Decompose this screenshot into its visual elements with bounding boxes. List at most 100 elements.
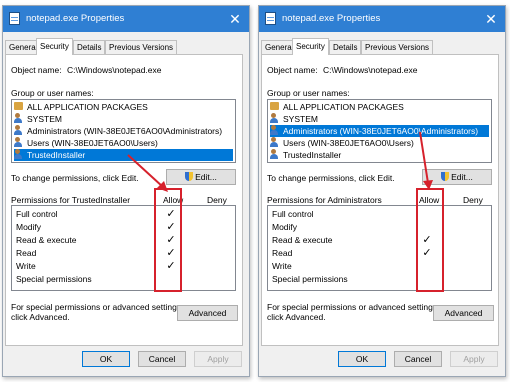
- apply-button[interactable]: Apply: [194, 351, 242, 367]
- special-note-line-2: click Advanced.: [267, 312, 326, 322]
- security-panel: Object name: C:\Windows\notepad.exe Grou…: [261, 54, 499, 346]
- list-item[interactable]: ALL APPLICATION PACKAGES: [270, 101, 408, 113]
- allow-column-header: Allow: [163, 195, 184, 205]
- user-name: Users (WIN-38E0JET6AO0\Users): [27, 138, 158, 148]
- tab-previous-versions[interactable]: Previous Versions: [105, 40, 178, 55]
- permission-name: Full control: [16, 209, 58, 219]
- user-name: TrustedInstaller: [27, 150, 86, 160]
- permission-name: Full control: [272, 209, 314, 219]
- group-user-list[interactable]: ALL APPLICATION PACKAGES SYSTEM Administ…: [11, 99, 236, 163]
- permission-name: Special permissions: [272, 274, 348, 284]
- allow-check-icon: ✓: [166, 247, 176, 259]
- user-group-icon: [14, 125, 25, 135]
- tab-bar: General Security Details Previous Versio…: [259, 38, 505, 55]
- edit-button[interactable]: Edit...: [422, 169, 492, 185]
- list-item[interactable]: ALL APPLICATION PACKAGES: [14, 101, 152, 113]
- deny-column-header: Deny: [463, 195, 483, 205]
- close-button[interactable]: ✕: [225, 9, 245, 29]
- list-item[interactable]: Users (WIN-38E0JET6AO0\Users): [270, 137, 418, 149]
- user-group-icon: [14, 137, 25, 147]
- special-note-line-2: click Advanced.: [11, 312, 70, 322]
- advanced-button[interactable]: Advanced: [433, 305, 494, 321]
- allow-check-icon: ✓: [166, 260, 176, 272]
- advanced-button[interactable]: Advanced: [177, 305, 238, 321]
- object-name-label: Object name:: [267, 65, 318, 75]
- deny-column-header: Deny: [207, 195, 227, 205]
- tab-details[interactable]: Details: [329, 40, 362, 55]
- apply-button[interactable]: Apply: [450, 351, 498, 367]
- properties-dialog-right: notepad.exe Properties ✕ General Securit…: [258, 5, 506, 377]
- permission-name: Read & execute: [16, 235, 77, 245]
- user-name: ALL APPLICATION PACKAGES: [27, 102, 148, 112]
- permission-name: Read: [272, 248, 293, 258]
- list-item[interactable]: SYSTEM: [14, 113, 66, 125]
- dialog-title: notepad.exe Properties: [26, 13, 125, 24]
- security-panel: Object name: C:\Windows\notepad.exe Grou…: [5, 54, 243, 346]
- group-names-label: Group or user names:: [11, 88, 94, 98]
- special-note-line-1: For special permissions or advanced sett…: [11, 302, 184, 312]
- permission-name: Special permissions: [16, 274, 92, 284]
- user-group-icon: [270, 113, 281, 123]
- permission-name: Read: [16, 248, 37, 258]
- allow-check-icon: ✓: [166, 208, 176, 220]
- edit-label: Edit...: [195, 172, 217, 182]
- permissions-list: Full control Modify Read & execute ✓ Rea…: [267, 205, 492, 291]
- tab-bar: General Security Details Previous Versio…: [3, 38, 249, 55]
- special-permissions-note: For special permissions or advanced sett…: [267, 302, 439, 322]
- user-name: Administrators (WIN-38E0JET6AO0\Administ…: [27, 126, 223, 136]
- user-name: SYSTEM: [283, 114, 318, 124]
- allow-check-icon: ✓: [166, 234, 176, 246]
- notepad-icon: [9, 12, 20, 25]
- group-user-list[interactable]: ALL APPLICATION PACKAGES SYSTEM Administ…: [267, 99, 492, 163]
- permissions-for-label: Permissions for Administrators: [267, 195, 382, 205]
- properties-dialog-left: notepad.exe Properties ✕ General Securit…: [2, 5, 250, 377]
- allow-column-header: Allow: [419, 195, 440, 205]
- permission-name: Write: [16, 261, 36, 271]
- ok-button[interactable]: OK: [338, 351, 386, 367]
- user-group-icon: [270, 125, 281, 135]
- user-group-icon: [270, 137, 281, 147]
- change-permissions-label: To change permissions, click Edit.: [11, 173, 139, 183]
- allow-check-icon: ✓: [422, 234, 432, 246]
- cancel-button[interactable]: Cancel: [138, 351, 186, 367]
- object-name-label: Object name:: [11, 65, 62, 75]
- user-name: ALL APPLICATION PACKAGES: [283, 102, 404, 112]
- permission-name: Write: [272, 261, 292, 271]
- dialog-title: notepad.exe Properties: [282, 13, 381, 24]
- change-permissions-label: To change permissions, click Edit.: [267, 173, 395, 183]
- permission-name: Read & execute: [272, 235, 333, 245]
- ok-button[interactable]: OK: [82, 351, 130, 367]
- special-note-line-1: For special permissions or advanced sett…: [267, 302, 440, 312]
- list-item-selected[interactable]: Administrators (WIN-38E0JET6AO0\Administ…: [270, 125, 489, 137]
- package-icon: [270, 101, 281, 111]
- list-item[interactable]: TrustedInstaller: [270, 149, 345, 161]
- object-name-value: C:\Windows\notepad.exe: [67, 65, 162, 75]
- group-names-label: Group or user names:: [267, 88, 350, 98]
- user-name: SYSTEM: [27, 114, 62, 124]
- notepad-icon: [265, 12, 276, 25]
- allow-check-icon: ✓: [166, 221, 176, 233]
- tab-security[interactable]: Security: [36, 38, 73, 55]
- uac-shield-icon: [441, 172, 450, 181]
- object-name-row: Object name: C:\Windows\notepad.exe: [267, 65, 418, 75]
- tab-details[interactable]: Details: [73, 40, 106, 55]
- edit-button[interactable]: Edit...: [166, 169, 236, 185]
- user-icon: [270, 149, 281, 159]
- user-icon: [14, 149, 25, 159]
- cancel-button[interactable]: Cancel: [394, 351, 442, 367]
- close-button[interactable]: ✕: [481, 9, 501, 29]
- list-item[interactable]: SYSTEM: [270, 113, 322, 125]
- special-permissions-note: For special permissions or advanced sett…: [11, 302, 183, 322]
- user-name: TrustedInstaller: [283, 150, 342, 160]
- uac-shield-icon: [185, 172, 194, 181]
- tab-security[interactable]: Security: [292, 38, 329, 55]
- allow-check-icon: ✓: [422, 247, 432, 259]
- list-item[interactable]: Administrators (WIN-38E0JET6AO0\Administ…: [14, 125, 226, 137]
- tab-previous-versions[interactable]: Previous Versions: [361, 40, 434, 55]
- object-name-row: Object name: C:\Windows\notepad.exe: [11, 65, 162, 75]
- permission-name: Modify: [16, 222, 42, 232]
- title-bar: notepad.exe Properties ✕: [3, 6, 249, 32]
- list-item[interactable]: Users (WIN-38E0JET6AO0\Users): [14, 137, 162, 149]
- permissions-list: Full control ✓ Modify ✓ Read & execute ✓…: [11, 205, 236, 291]
- list-item-selected[interactable]: TrustedInstaller: [14, 149, 233, 161]
